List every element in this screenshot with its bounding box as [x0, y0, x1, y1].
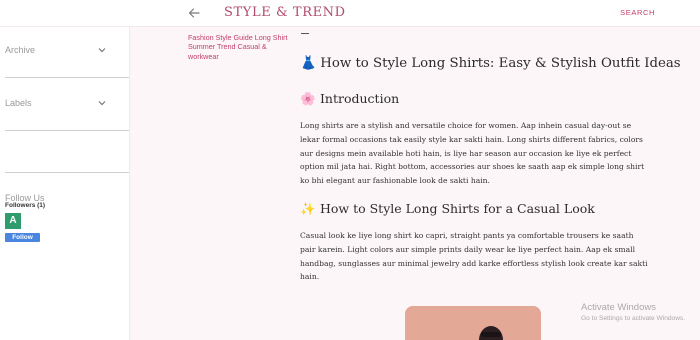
labels-dropdown[interactable]: Labels	[5, 94, 129, 114]
follow-button[interactable]: Follow	[5, 233, 40, 242]
avatar[interactable]: A	[5, 213, 21, 229]
arrow-left-icon[interactable]	[187, 6, 201, 20]
divider	[5, 77, 129, 78]
post-image[interactable]	[405, 306, 541, 340]
top-bar: STYLE & TREND SEARCH	[0, 0, 700, 27]
section-paragraph: Long shirts are a stylish and versatile …	[300, 121, 645, 186]
archive-dropdown[interactable]: Archive	[5, 41, 129, 61]
dress-icon: 👗	[300, 56, 317, 71]
followers-count: Followers (1)	[5, 202, 46, 209]
model-photo	[405, 306, 541, 340]
section-paragraph: Casual look ke liye long shirt ko capri,…	[300, 231, 648, 282]
post-title-text: How to Style Long Shirts: Easy & Stylish…	[320, 56, 681, 71]
section-heading-text: Introduction	[319, 91, 400, 106]
archive-label: Archive	[5, 45, 36, 55]
post-title: 👗 How to Style Long Shirts: Easy & Styli…	[300, 56, 681, 71]
watermark-title: Activate Windows	[581, 302, 656, 313]
sidebar: Archive Labels Follow Us Followers (1) A…	[0, 27, 130, 340]
divider	[301, 33, 309, 34]
divider	[5, 130, 129, 131]
divider	[5, 172, 129, 173]
site-brand[interactable]: STYLE & TREND	[224, 5, 346, 20]
flower-icon: 🌸	[300, 91, 316, 106]
section-heading-text: How to Style Long Shirts for a Casual Lo…	[319, 201, 595, 216]
section-heading: ✨ How to Style Long Shirts for a Casual …	[300, 201, 660, 217]
post-labels[interactable]: Fashion Style Guide Long Shirt Summer Tr…	[188, 33, 292, 61]
search-link[interactable]: SEARCH	[620, 8, 655, 17]
section-heading: 🌸 Introduction	[300, 91, 660, 107]
chevron-down-icon	[98, 48, 106, 53]
chevron-down-icon	[98, 101, 106, 106]
activate-windows-watermark: Activate Windows Go to Settings to activ…	[581, 302, 685, 322]
watermark-subtitle: Go to Settings to activate Windows.	[581, 315, 686, 322]
sparkles-icon: ✨	[300, 201, 316, 216]
labels-label: Labels	[5, 98, 32, 108]
